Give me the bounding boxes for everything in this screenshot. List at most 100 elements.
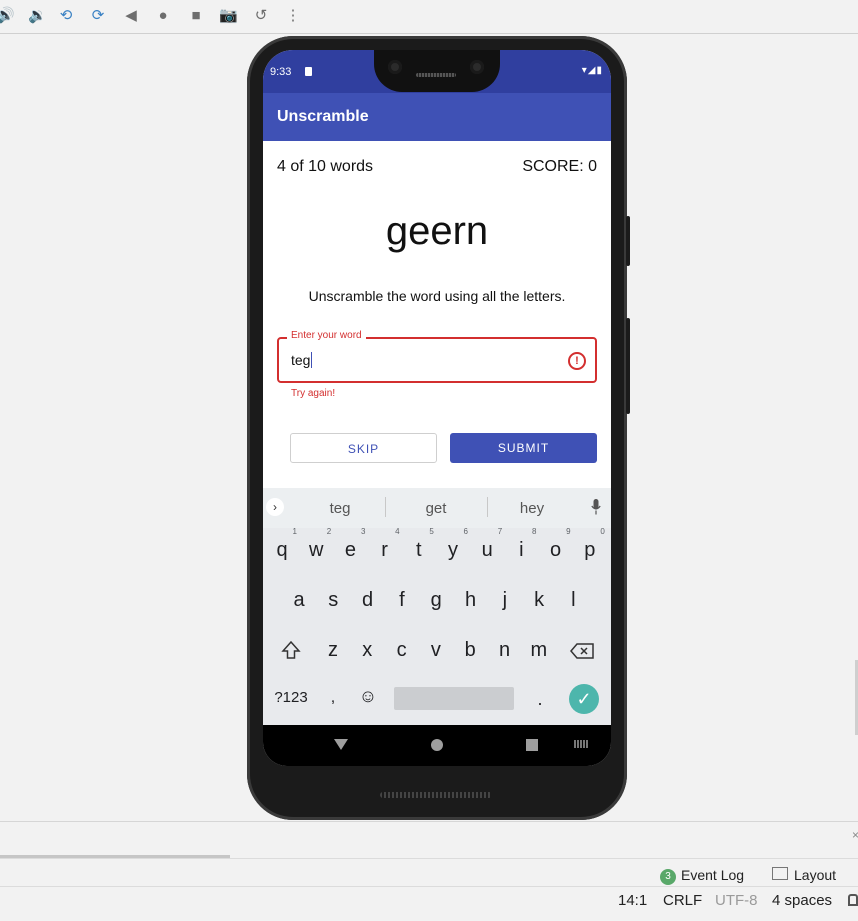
key-w[interactable]: w2 — [301, 527, 331, 562]
key-label: m — [530, 639, 548, 661]
key-label: g — [430, 589, 442, 611]
line-separator[interactable]: CRLF — [663, 892, 702, 909]
event-log-button[interactable]: 3 Event Log — [660, 867, 744, 885]
key-x[interactable]: x — [352, 639, 382, 662]
key-label: j — [502, 589, 508, 611]
nav-home-icon[interactable] — [431, 739, 443, 751]
enter-check-icon[interactable]: ✓ — [569, 684, 599, 714]
more-icon[interactable]: ⋮ — [284, 6, 302, 26]
volume-down-icon[interactable]: 🔉 — [28, 6, 47, 26]
key-q[interactable]: q1 — [267, 527, 297, 562]
key-i[interactable]: i8 — [506, 527, 536, 562]
key-label: l — [571, 589, 576, 611]
key-label: v — [430, 639, 441, 661]
key-e[interactable]: e3 — [335, 527, 366, 562]
overview-icon[interactable]: ■ — [187, 6, 205, 26]
space-bar[interactable] — [394, 687, 514, 710]
lock-icon[interactable] — [848, 894, 858, 906]
key-hint: 9 — [566, 527, 571, 536]
key-h[interactable]: h — [456, 589, 486, 612]
key-label: t — [416, 539, 422, 561]
key-label: d — [362, 589, 374, 611]
key-n[interactable]: n — [490, 639, 520, 662]
back-icon[interactable]: ◀ — [122, 6, 140, 26]
camera-icon[interactable]: 📷 — [219, 6, 238, 26]
score: SCORE: 0 — [522, 158, 597, 175]
comma-key[interactable]: , — [318, 689, 348, 707]
key-label: s — [328, 589, 339, 611]
key-p[interactable]: p0 — [575, 527, 605, 562]
rotate-right-icon[interactable]: ⟳ — [89, 6, 107, 26]
key-c[interactable]: c — [387, 639, 417, 662]
word-input-field[interactable]: Enter your word teg ! — [277, 330, 597, 383]
key-r[interactable]: r4 — [370, 527, 399, 562]
key-v[interactable]: v — [421, 639, 451, 662]
key-hint: 0 — [600, 527, 605, 536]
key-k[interactable]: k — [524, 589, 554, 612]
key-f[interactable]: f — [387, 589, 417, 612]
key-a[interactable]: a — [284, 589, 314, 612]
keyboard-switch-icon[interactable] — [574, 740, 588, 748]
phone-frame: 9:33 ▾◢▮ Unscramble 4 of 10 words SCORE:… — [247, 36, 630, 820]
home-icon[interactable]: ● — [154, 6, 172, 26]
cursor-position[interactable]: 14:1 — [618, 892, 647, 909]
event-count-badge: 3 — [660, 869, 676, 885]
key-z[interactable]: z — [318, 639, 348, 662]
key-l[interactable]: l — [558, 589, 588, 612]
close-icon[interactable]: × — [852, 828, 858, 842]
key-hint: 3 — [360, 527, 366, 536]
period-key[interactable]: . — [525, 689, 555, 710]
key-d[interactable]: d — [353, 589, 383, 612]
power-button — [626, 216, 630, 266]
submit-button[interactable]: SUBMIT — [450, 433, 597, 463]
key-label: i — [519, 539, 524, 561]
input-label: Enter your word — [287, 330, 366, 341]
suggestion-3[interactable]: hey — [497, 500, 567, 517]
skip-button[interactable]: SKIP — [290, 433, 437, 463]
key-label: k — [534, 589, 545, 611]
key-y[interactable]: y6 — [438, 527, 468, 562]
suggestion-2[interactable]: get — [401, 500, 471, 517]
event-log-label: Event Log — [681, 867, 745, 883]
key-s[interactable]: s — [318, 589, 348, 612]
volume-up-icon[interactable]: 🔊 — [0, 6, 15, 26]
app-title: Unscramble — [277, 108, 369, 125]
key-label: a — [293, 589, 305, 611]
divider — [385, 497, 386, 517]
key-hint: 2 — [326, 527, 332, 536]
backspace-icon[interactable] — [570, 643, 594, 659]
rotate-left-icon[interactable]: ⟲ — [57, 6, 75, 26]
key-u[interactable]: u7 — [472, 527, 503, 562]
file-encoding[interactable]: UTF-8 — [715, 892, 758, 909]
speaker-grille — [380, 792, 492, 798]
nav-recents-icon[interactable] — [526, 739, 538, 751]
nav-back-icon[interactable] — [334, 739, 348, 750]
key-o[interactable]: o9 — [541, 527, 571, 562]
navigation-bar — [263, 725, 611, 766]
symbols-key[interactable]: ?123 — [272, 689, 310, 706]
word-input[interactable]: teg — [291, 352, 313, 368]
microphone-icon[interactable] — [591, 499, 601, 515]
replay-icon[interactable]: ↺ — [252, 6, 270, 26]
key-hint: 5 — [429, 527, 434, 536]
key-t[interactable]: t5 — [404, 527, 434, 562]
chevron-right-icon[interactable]: › — [266, 498, 284, 516]
key-m[interactable]: m — [524, 639, 554, 662]
emoji-icon[interactable]: ☺ — [353, 686, 383, 707]
key-label: z — [328, 639, 338, 661]
shift-icon[interactable] — [281, 640, 301, 660]
front-camera-icon — [470, 60, 484, 74]
key-label: p — [584, 539, 596, 561]
indent-setting[interactable]: 4 spaces — [772, 892, 832, 909]
error-message: Try again! — [291, 388, 336, 399]
status-bar: 9:33 ▾◢▮ — [263, 50, 611, 93]
ide-status-bar: 14:1 CRLF UTF-8 4 spaces — [0, 886, 858, 915]
key-b[interactable]: b — [455, 639, 485, 662]
phone-screen: 9:33 ▾◢▮ Unscramble 4 of 10 words SCORE:… — [263, 50, 611, 766]
earpiece — [416, 73, 456, 77]
key-j[interactable]: j — [490, 589, 520, 612]
suggestion-1[interactable]: teg — [305, 500, 375, 517]
key-g[interactable]: g — [421, 589, 451, 612]
volume-button — [626, 318, 630, 414]
key-hint: 1 — [292, 527, 297, 536]
